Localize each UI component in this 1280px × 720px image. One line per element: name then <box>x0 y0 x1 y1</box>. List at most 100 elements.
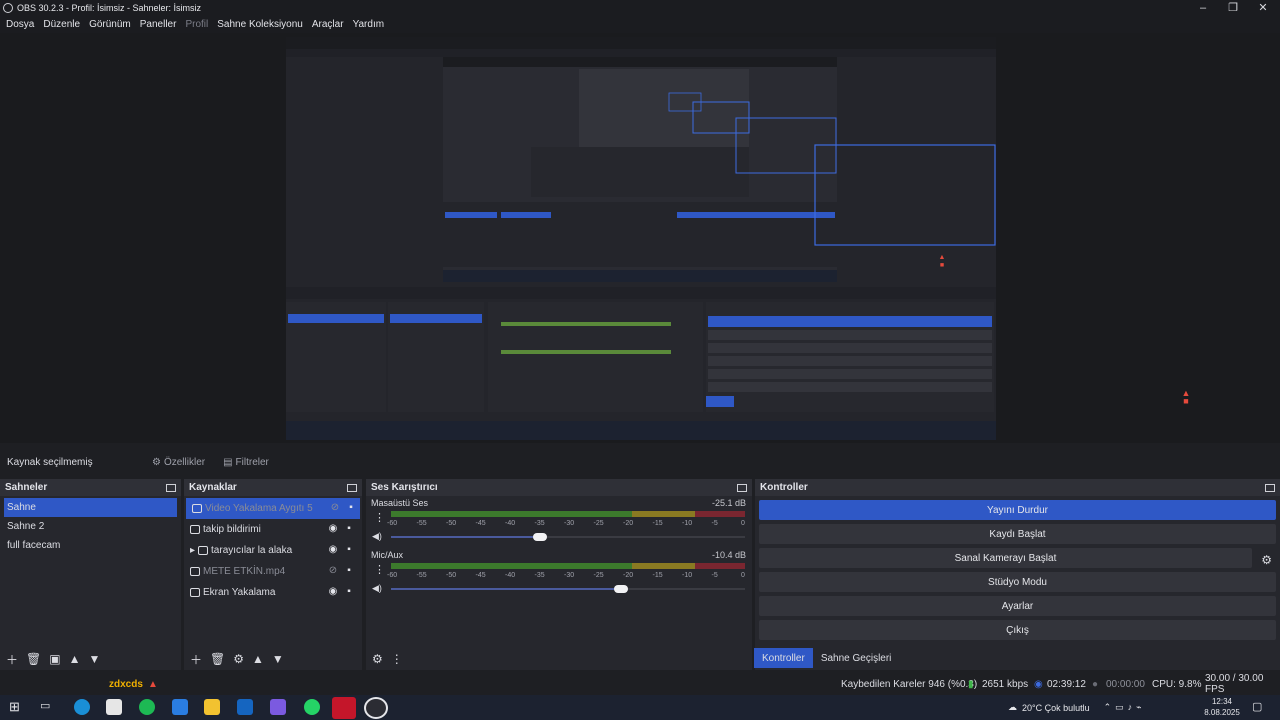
mixer-channel: Mic/Aux -10.4 dB ⋮ -60 -55 -50 -45 -40 -35 -30 -25… <box>366 548 752 600</box>
source-item[interactable]: METE ETKİN.mp4 ⊘ ▪ <box>184 561 362 582</box>
move-up-icon[interactable]: ▲ <box>252 652 264 666</box>
move-down-icon[interactable]: ▼ <box>88 652 100 666</box>
meter-tick-label: -20 <box>623 520 634 527</box>
undock-icon[interactable] <box>166 483 176 492</box>
add-scene-icon[interactable]: ＋ <box>6 651 18 668</box>
volume-track[interactable] <box>621 588 745 590</box>
whatsapp-icon[interactable] <box>304 699 320 715</box>
source-label: METE ETKİN.mp4 <box>203 566 286 577</box>
obs-taskbar-icon[interactable] <box>364 697 388 719</box>
mixer-channel: Masaüstü Ses -25.1 dB ⋮ -60 -55 -50 -45 -40 -35-… <box>366 496 752 548</box>
outlook-icon[interactable] <box>237 699 253 715</box>
move-up-icon[interactable]: ▲ <box>69 652 81 666</box>
file-explorer-icon[interactable] <box>204 699 220 715</box>
scene-filter-icon[interactable]: ▣ <box>49 652 60 666</box>
meter-tick-label: -10 <box>682 520 693 527</box>
control-button[interactable]: Sanal Kamerayı Başlat <box>759 548 1252 568</box>
scene-item[interactable]: Sahne 2 <box>0 517 181 536</box>
filters-button[interactable]: ▤ Filtreler <box>218 455 274 470</box>
volume-slider[interactable] <box>391 588 622 590</box>
source-settings-icon[interactable]: ⚙ <box>233 652 244 666</box>
task-view-icon[interactable]: ▭ <box>40 699 56 715</box>
control-button[interactable]: Yayını Durdur <box>759 500 1276 520</box>
meter-tick-label: -40 <box>505 572 516 579</box>
lock-icon[interactable]: ▪ <box>346 503 356 513</box>
source-type-icon <box>190 567 200 576</box>
weather-text: 20°C Çok bulutlu <box>1022 702 1090 713</box>
source-item[interactable]: ▸ tarayıcılar la alaka ◉ ▪ <box>184 540 362 561</box>
lock-icon[interactable]: ▪ <box>344 524 354 534</box>
lock-icon[interactable]: ▪ <box>344 545 354 555</box>
lock-icon[interactable]: ▪ <box>344 587 354 597</box>
control-button[interactable]: Kaydı Başlat <box>759 524 1276 544</box>
meter-tick-label: -5 <box>711 572 718 579</box>
clock-date: 8.08.2025 <box>1204 708 1240 717</box>
control-button[interactable]: Stüdyo Modu <box>759 572 1276 592</box>
meter-red <box>695 563 745 569</box>
scene-item[interactable]: full facecam <box>0 536 181 555</box>
expand-arrow-icon[interactable]: ▸ <box>190 545 195 556</box>
speaker-icon[interactable]: ◀) <box>372 531 382 542</box>
spotify-icon[interactable] <box>139 699 155 715</box>
teams-icon[interactable] <box>270 699 286 715</box>
meter-tick-label: -35 <box>534 520 545 527</box>
eye-hidden-icon[interactable]: ⊘ <box>328 566 338 576</box>
undock-icon[interactable] <box>1265 483 1275 492</box>
tray-icons[interactable]: ⌃▭♪⌁ <box>1104 702 1146 713</box>
gear-icon: ⚙ <box>152 456 161 468</box>
source-item[interactable]: Video Yakalama Aygıtı 5 ⊘ ▪ <box>186 498 360 519</box>
red-app-icon[interactable] <box>332 697 356 719</box>
virtual-camera-settings-icon[interactable]: ⚙ <box>1261 553 1272 567</box>
store-icon[interactable] <box>106 699 122 715</box>
filter-icon: ▤ <box>223 456 233 468</box>
volume-knob[interactable] <box>614 585 629 593</box>
weather-icon: ☁ <box>1008 702 1017 712</box>
source-item[interactable]: Ekran Yakalama ◉ ▪ <box>184 582 362 603</box>
volume-track[interactable] <box>539 536 745 538</box>
volume-knob[interactable] <box>532 533 547 541</box>
channel-menu-icon[interactable]: ⋮ <box>374 563 385 576</box>
notification-icon[interactable]: ▢ <box>1252 700 1262 713</box>
mixer-settings-icon[interactable]: ⚙ <box>372 652 383 666</box>
sources-title: Kaynaklar <box>189 482 237 493</box>
kebab-menu-icon[interactable]: ⋮ <box>391 652 403 666</box>
meter-green <box>391 563 632 569</box>
speaker-icon[interactable]: ◀) <box>372 583 382 594</box>
meter-yellow <box>631 511 696 517</box>
add-source-icon[interactable]: ＋ <box>190 651 202 668</box>
undock-icon[interactable] <box>347 483 357 492</box>
controls-title: Kontroller <box>760 482 808 493</box>
volume-slider[interactable] <box>391 536 540 538</box>
meter-tick-label: -50 <box>446 572 457 579</box>
eye-icon[interactable]: ◉ <box>328 545 338 555</box>
controls-dock: Kontroller Yayını Durdur Kaydı Başlat Sana… <box>755 479 1280 670</box>
lock-icon[interactable]: ▪ <box>344 566 354 576</box>
controls-tab[interactable]: Kontroller <box>754 648 813 668</box>
meter-tick-label: -15 <box>652 572 663 579</box>
meter-tick-label: -25 <box>593 572 604 579</box>
control-button[interactable]: Çıkış <box>759 620 1276 640</box>
sources-footer: ＋ 🗑 ⚙ ▲ ▼ <box>184 648 362 670</box>
remove-scene-icon[interactable]: 🗑 <box>26 652 41 666</box>
undock-icon[interactable] <box>737 483 747 492</box>
branding-label: zdxcds <box>109 678 143 690</box>
meter-tick-label: -25 <box>593 520 604 527</box>
scene-item[interactable]: Sahne <box>4 498 177 517</box>
source-item[interactable]: takip bildirimi ◉ ▪ <box>184 519 362 540</box>
control-button[interactable]: Ayarlar <box>759 596 1276 616</box>
eye-icon[interactable]: ◉ <box>328 587 338 597</box>
windows-start-icon[interactable]: ⊞ <box>9 699 25 715</box>
properties-button[interactable]: ⚙ Özellikler <box>147 455 210 470</box>
edge-icon[interactable] <box>74 699 90 715</box>
fps: 30.00 / 30.00 FPS <box>1205 673 1264 695</box>
copilot-icon[interactable] <box>172 699 188 715</box>
channel-menu-icon[interactable]: ⋮ <box>374 511 385 524</box>
clock[interactable]: 12:34 8.08.2025 <box>1200 696 1244 718</box>
channel-db: -10.4 dB <box>711 550 746 560</box>
controls-tab[interactable]: Sahne Geçişleri <box>813 648 900 668</box>
eye-hidden-icon[interactable]: ⊘ <box>330 503 340 513</box>
meter-tick-label: 0 <box>741 572 745 579</box>
move-down-icon[interactable]: ▼ <box>272 652 284 666</box>
eye-icon[interactable]: ◉ <box>328 524 338 534</box>
remove-source-icon[interactable]: 🗑 <box>210 652 225 666</box>
